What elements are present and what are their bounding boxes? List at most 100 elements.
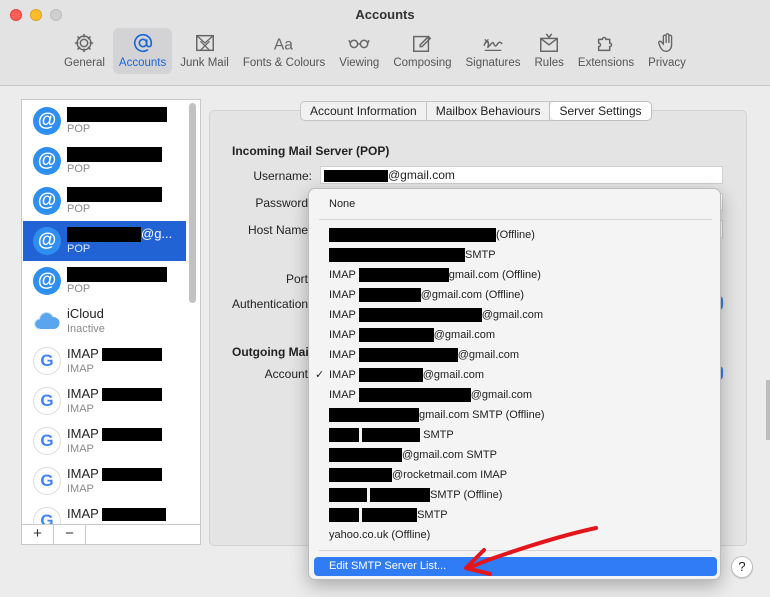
tab-composing[interactable]: Composing <box>387 28 457 74</box>
outgoing-server-heading: Outgoing Mai <box>232 345 309 359</box>
menu-item[interactable]: IMAP @gmail.com <box>329 326 495 344</box>
menu-item[interactable]: IMAP @gmail.com <box>329 386 532 404</box>
redacted-text <box>67 147 162 163</box>
fonts-icon: Aa <box>274 36 293 53</box>
sidebar-scrollbar[interactable] <box>189 103 196 303</box>
redacted-text <box>329 228 496 243</box>
preferences-toolbar: General Accounts Junk Mail Aa Fonts & Co… <box>58 28 694 76</box>
google-icon: G <box>33 427 61 455</box>
mail-at-icon: @ <box>33 187 61 215</box>
port-label: Port <box>285 272 308 286</box>
menu-item[interactable]: (Offline) <box>329 226 535 244</box>
username-field[interactable]: @gmail.com <box>320 166 723 184</box>
junk-mail-icon <box>195 34 214 52</box>
help-button[interactable]: ? <box>731 556 753 578</box>
menu-item[interactable]: yahoo.co.uk (Offline) <box>329 526 430 544</box>
account-item[interactable]: iCloud Inactive <box>23 301 186 341</box>
checkmark-icon: ✓ <box>315 369 325 381</box>
menu-item[interactable]: @rocketmail.com IMAP <box>329 466 507 484</box>
redacted-text <box>67 267 167 283</box>
menu-item[interactable]: @gmail.com SMTP <box>329 446 497 464</box>
mail-at-icon: @ <box>33 147 61 175</box>
tab-general[interactable]: General <box>58 28 111 74</box>
tab-viewing[interactable]: Viewing <box>333 28 385 74</box>
google-icon: G <box>33 467 61 495</box>
tab-extensions[interactable]: Extensions <box>572 28 640 74</box>
menu-item[interactable]: IMAP @gmail.com <box>329 346 519 364</box>
at-icon <box>133 33 152 53</box>
svg-text:Aa: Aa <box>274 36 293 53</box>
redacted-text <box>329 428 359 443</box>
menu-item[interactable]: SMTP (Offline) <box>329 486 502 504</box>
menu-item[interactable]: IMAP gmail.com (Offline) <box>329 266 541 284</box>
tab-fonts-colours[interactable]: Aa Fonts & Colours <box>237 28 331 74</box>
window-title: Accounts <box>355 7 415 22</box>
redacted-text <box>329 488 367 503</box>
google-icon: G <box>33 387 61 415</box>
tab-junk-mail[interactable]: Junk Mail <box>174 28 235 74</box>
menu-item-checked[interactable]: IMAP @gmail.com <box>329 366 484 384</box>
account-item[interactable]: G IMAP IMAP <box>23 461 186 501</box>
mail-at-icon: @ <box>33 107 61 135</box>
menu-separator <box>319 219 712 220</box>
google-icon: G <box>33 347 61 375</box>
redacted-text <box>329 248 465 263</box>
redacted-text <box>370 488 431 503</box>
signature-icon <box>483 38 503 51</box>
glasses-icon <box>348 39 371 49</box>
menu-item[interactable]: gmail.com SMTP (Offline) <box>329 406 545 424</box>
mail-at-icon: @ <box>33 227 61 255</box>
title-bar: Accounts General Accounts Junk Mail Aa F… <box>0 0 770 86</box>
tab-rules[interactable]: Rules <box>529 28 570 74</box>
menu-item[interactable]: IMAP @gmail.com <box>329 306 543 324</box>
account-item[interactable]: G IMAP IMAP <box>23 341 186 381</box>
tab-mailbox-behaviours[interactable]: Mailbox Behaviours <box>427 102 551 120</box>
gear-icon <box>75 33 94 53</box>
add-account-button[interactable]: + <box>22 525 54 544</box>
account-item[interactable]: G IMAP <box>23 501 186 525</box>
redacted-text <box>102 348 163 362</box>
password-label: Password <box>255 196 308 210</box>
account-item[interactable]: @ POP <box>23 261 186 301</box>
menu-item[interactable]: IMAP @gmail.com (Offline) <box>329 286 524 304</box>
menu-item[interactable]: SMTP <box>329 426 454 444</box>
menu-item[interactable]: SMTP <box>329 506 448 524</box>
icloud-icon <box>33 307 61 335</box>
accounts-list: @ POP @ POP @ POP @ @g... POP @ POP iClo… <box>22 100 187 525</box>
tab-privacy[interactable]: Privacy <box>642 28 692 74</box>
mail-preferences-window: Accounts General Accounts Junk Mail Aa F… <box>0 0 770 597</box>
redacted-text <box>67 227 141 243</box>
account-item-selected[interactable]: @ @g... POP <box>23 221 186 261</box>
tab-server-settings[interactable]: Server Settings <box>550 102 651 120</box>
menu-item-none[interactable]: None <box>329 195 355 213</box>
username-label: Username: <box>253 169 312 183</box>
tab-account-information[interactable]: Account Information <box>301 102 427 120</box>
redacted-text <box>358 348 458 363</box>
account-item[interactable]: G IMAP IMAP <box>23 421 186 461</box>
account-item[interactable]: G IMAP IMAP <box>23 381 186 421</box>
background-window-edge <box>766 380 770 440</box>
redacted-text <box>324 169 388 182</box>
authentication-label: Authentication <box>232 297 309 311</box>
account-item[interactable]: @ POP <box>23 181 186 221</box>
hand-icon <box>658 33 673 52</box>
redacted-text <box>102 388 163 402</box>
tab-signatures[interactable]: Signatures <box>460 28 527 74</box>
redacted-text <box>362 508 418 523</box>
menu-item[interactable]: SMTP <box>329 246 496 264</box>
redacted-text <box>358 328 434 343</box>
redacted-text <box>102 428 163 442</box>
tab-accounts[interactable]: Accounts <box>112 28 173 74</box>
redacted-text <box>329 468 392 483</box>
redacted-text <box>67 107 167 123</box>
account-item[interactable]: @ POP <box>23 141 186 181</box>
host-name-label: Host Name <box>247 223 308 237</box>
google-icon: G <box>33 507 61 525</box>
mail-at-icon: @ <box>33 267 61 295</box>
remove-account-button[interactable]: − <box>54 525 86 544</box>
sidebar-footer: + − <box>22 524 200 544</box>
redacted-text <box>329 408 419 423</box>
redacted-text <box>329 448 402 463</box>
account-item[interactable]: @ POP <box>23 101 186 141</box>
redacted-text <box>362 428 421 443</box>
